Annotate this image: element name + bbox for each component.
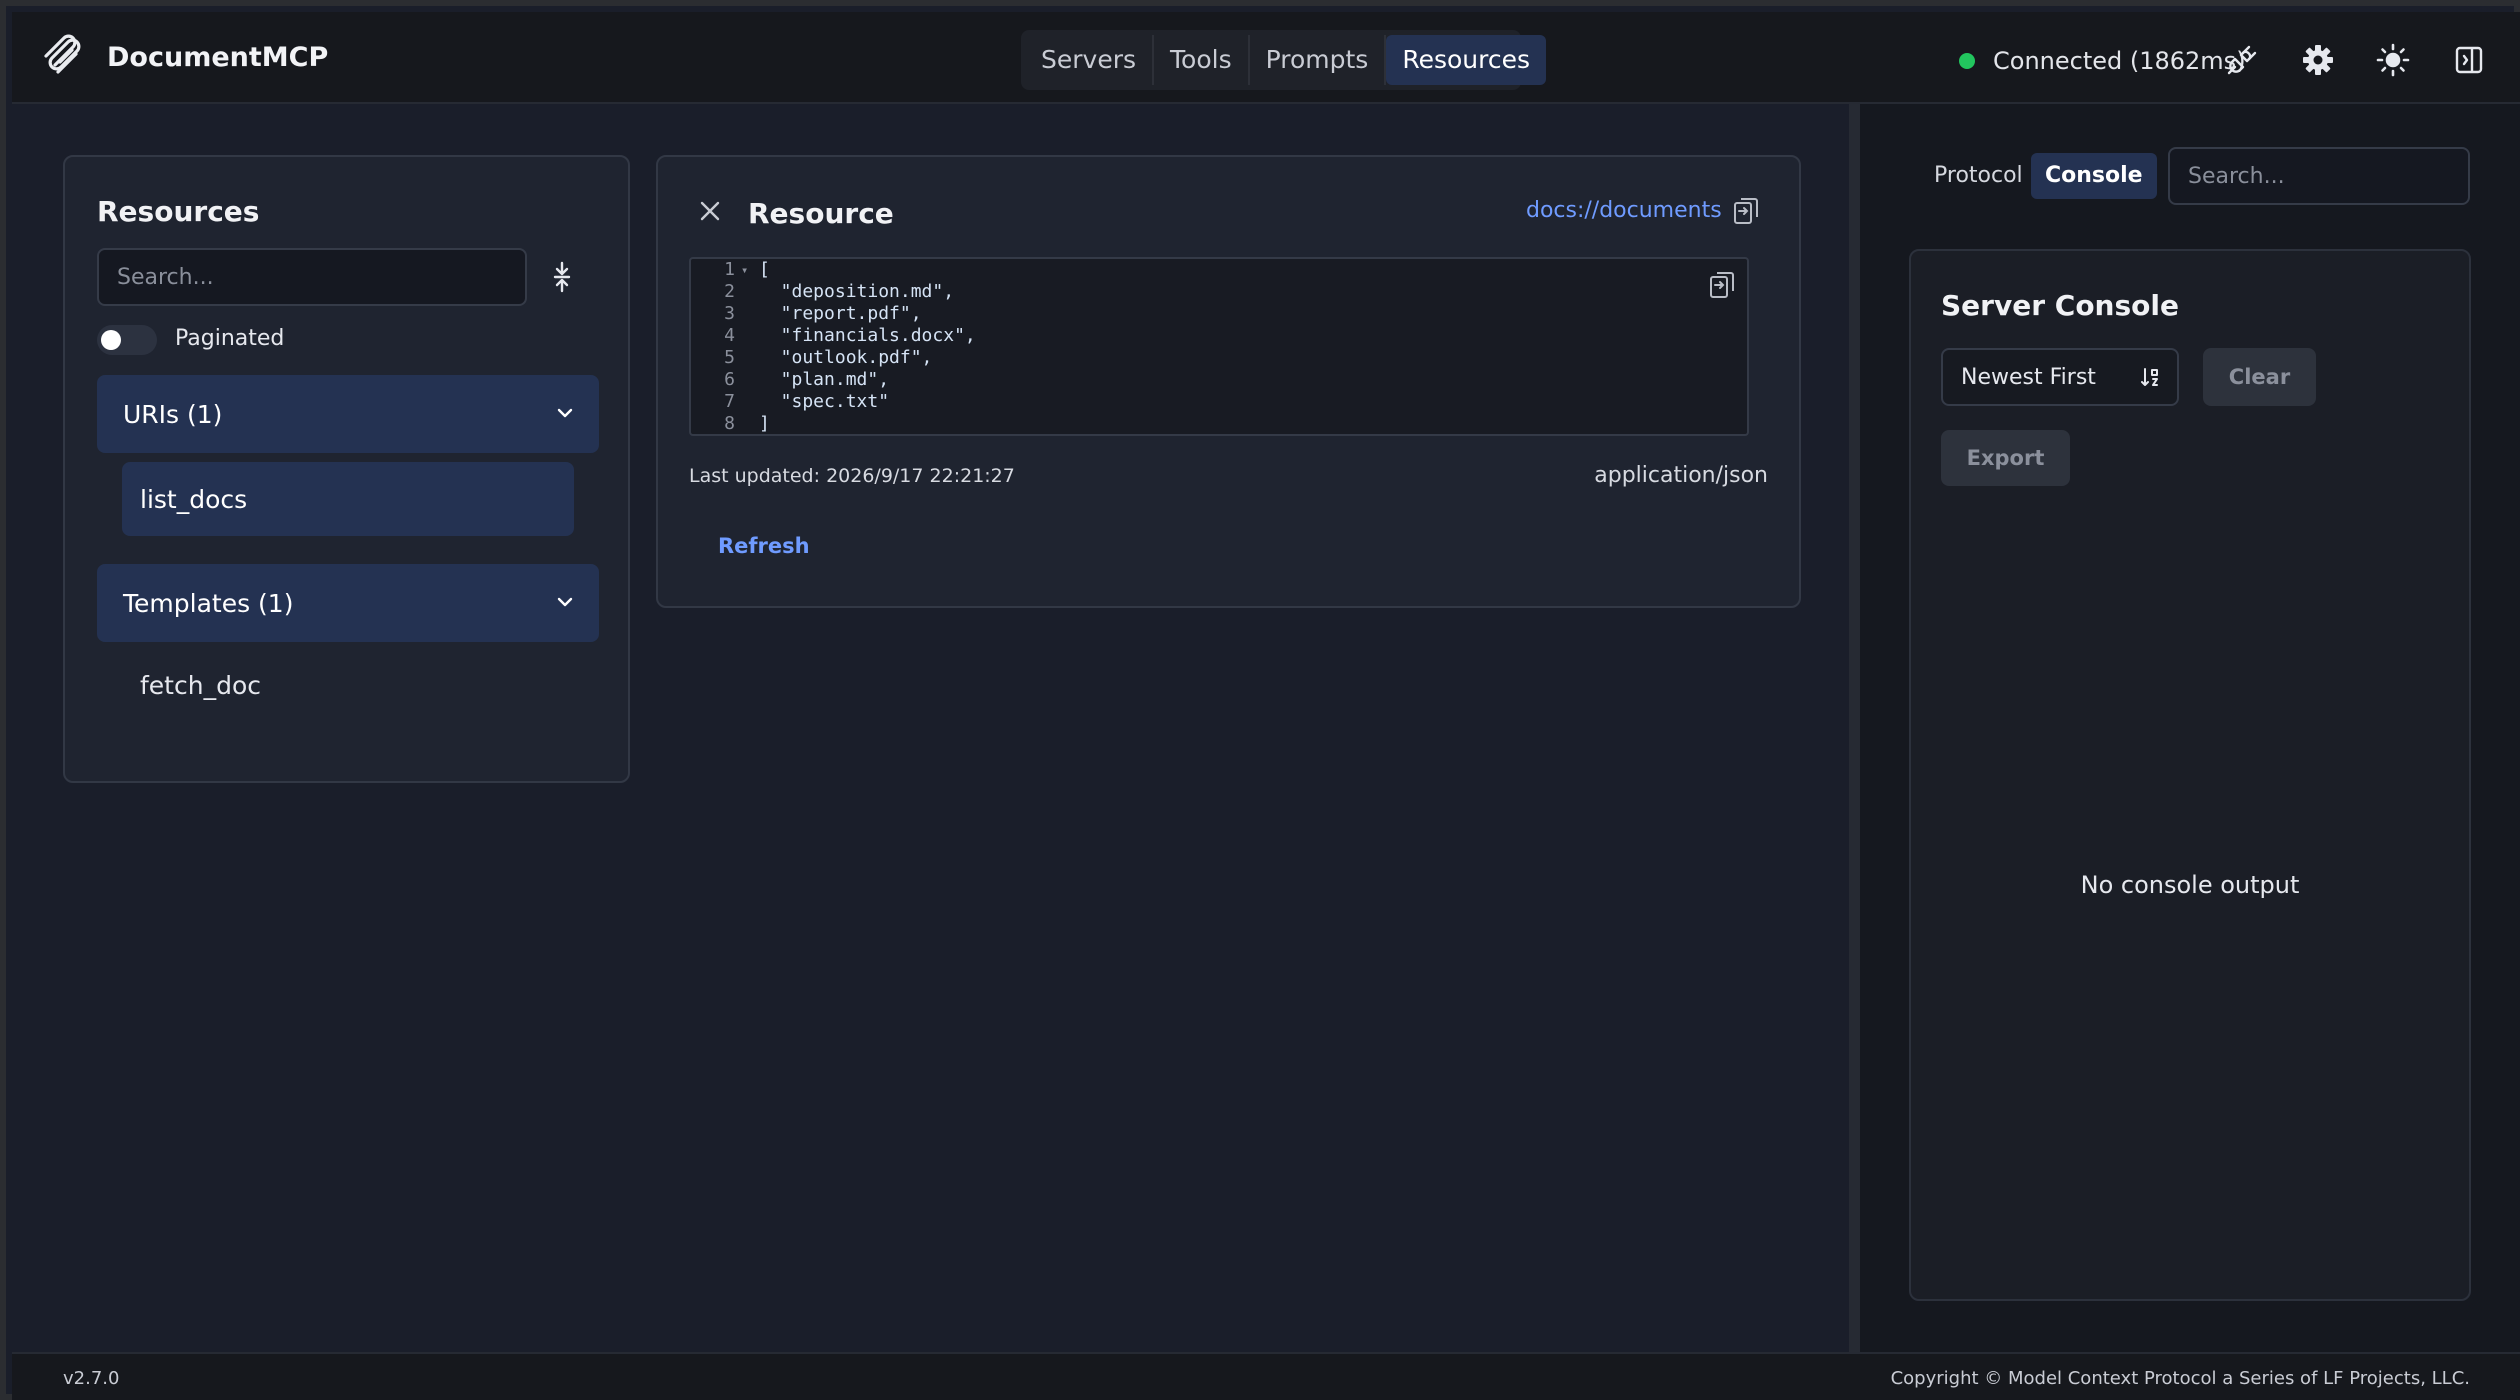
main-nav: Servers Tools Prompts Resources [1021, 30, 1547, 90]
tab-resources[interactable]: Resources [1386, 35, 1547, 85]
code-text: "plan.md", [759, 369, 890, 390]
sidebar-toggle-icon[interactable] [2452, 43, 2486, 77]
line-number: 3 [724, 303, 735, 324]
line-number: 7 [724, 391, 735, 412]
line-number: 8 [724, 413, 735, 434]
tab-tools[interactable]: Tools [1154, 35, 1250, 85]
line-number: 5 [724, 347, 735, 368]
uris-label: URIs (1) [123, 399, 223, 429]
console-search-input[interactable]: Search... [2168, 147, 2470, 205]
connection-status: Connected (1862ms) [1959, 47, 2246, 75]
refresh-button[interactable]: Refresh [718, 534, 810, 558]
close-icon[interactable] [699, 200, 721, 222]
uri-item-list-docs[interactable]: list_docs [122, 462, 574, 536]
version-label: v2.7.0 [63, 1368, 120, 1389]
console-sidebar: Protocol Console Search... Server Consol… [1860, 104, 2520, 1352]
console-empty-message: No console output [2080, 871, 2300, 899]
logo-icon [44, 34, 81, 74]
code-text: [ [759, 259, 770, 280]
code-text: "financials.docx", [759, 325, 976, 346]
tab-protocol[interactable]: Protocol [1920, 153, 2037, 199]
resource-view-panel: Resource docs://documents 1 ▾ [ 2 "depos… [656, 155, 1801, 608]
paginated-label: Paginated [175, 326, 285, 351]
plug-icon[interactable] [2225, 43, 2259, 77]
sun-icon[interactable] [2376, 43, 2410, 77]
app-name: DocumentMCP [107, 42, 329, 73]
templates-label: Templates (1) [123, 588, 294, 618]
status-text: Connected (1862ms) [1993, 47, 2246, 75]
tab-console[interactable]: Console [2031, 153, 2157, 199]
tab-prompts[interactable]: Prompts [1250, 35, 1387, 85]
paginated-toggle[interactable] [97, 325, 157, 355]
export-button[interactable]: Export [1941, 430, 2070, 486]
mime-type: application/json [1594, 463, 1768, 488]
sort-order-select[interactable]: Newest First [1941, 348, 2179, 406]
sort-order-value: Newest First [1961, 364, 2096, 390]
copyright-text: Copyright © Model Context Protocol a Ser… [1890, 1368, 2470, 1389]
chevron-down-icon [557, 597, 573, 607]
tab-servers[interactable]: Servers [1025, 35, 1155, 85]
footer: v2.7.0 Copyright © Model Context Protoco… [12, 1352, 2520, 1400]
copy-icon[interactable] [1733, 197, 1759, 225]
resource-uri: docs://documents [1526, 198, 1722, 223]
code-text: "deposition.md", [759, 281, 955, 302]
clear-button[interactable]: Clear [2203, 348, 2316, 406]
code-text: "outlook.pdf", [759, 347, 933, 368]
code-text: "spec.txt" [759, 391, 890, 412]
console-search-placeholder: Search... [2188, 163, 2285, 189]
line-number: 6 [724, 369, 735, 390]
collapse-all-icon[interactable] [550, 261, 574, 293]
line-number: 4 [724, 325, 735, 346]
panel-resize-handle[interactable] [1849, 104, 1860, 1352]
resources-title: Resources [97, 195, 260, 228]
templates-section-header[interactable]: Templates (1) [97, 564, 599, 642]
server-console-panel: Server Console Newest First Clear Export… [1909, 249, 2471, 1301]
server-console-title: Server Console [1941, 289, 2179, 322]
toggle-knob [101, 330, 121, 350]
gear-icon[interactable] [2301, 43, 2335, 77]
header: DocumentMCP Servers Tools Prompts Resour… [12, 12, 2520, 104]
status-dot [1959, 53, 1975, 69]
code-text: ] [759, 413, 770, 434]
resources-search-input[interactable]: Search... [97, 248, 527, 306]
line-number: 2 [724, 281, 735, 302]
line-number: 1 [724, 259, 735, 280]
sort-icon [2141, 368, 2158, 386]
resources-panel: Resources Search... Paginated URIs (1) l… [63, 155, 630, 783]
last-updated: Last updated: 2026/9/17 22:21:27 [689, 465, 1015, 487]
code-text: "report.pdf", [759, 303, 922, 324]
fold-caret-icon[interactable]: ▾ [741, 259, 748, 281]
code-viewer[interactable]: 1 ▾ [ 2 "deposition.md", 3 "report.pdf",… [689, 257, 1749, 436]
uris-section-header[interactable]: URIs (1) [97, 375, 599, 453]
resource-title: Resource [748, 197, 894, 230]
resources-search-placeholder: Search... [117, 264, 214, 290]
app-window: DocumentMCP Servers Tools Prompts Resour… [0, 0, 2520, 1400]
template-item-fetch-doc[interactable]: fetch_doc [140, 671, 261, 700]
copy-code-icon[interactable] [1709, 271, 1735, 299]
chevron-down-icon [557, 408, 573, 418]
